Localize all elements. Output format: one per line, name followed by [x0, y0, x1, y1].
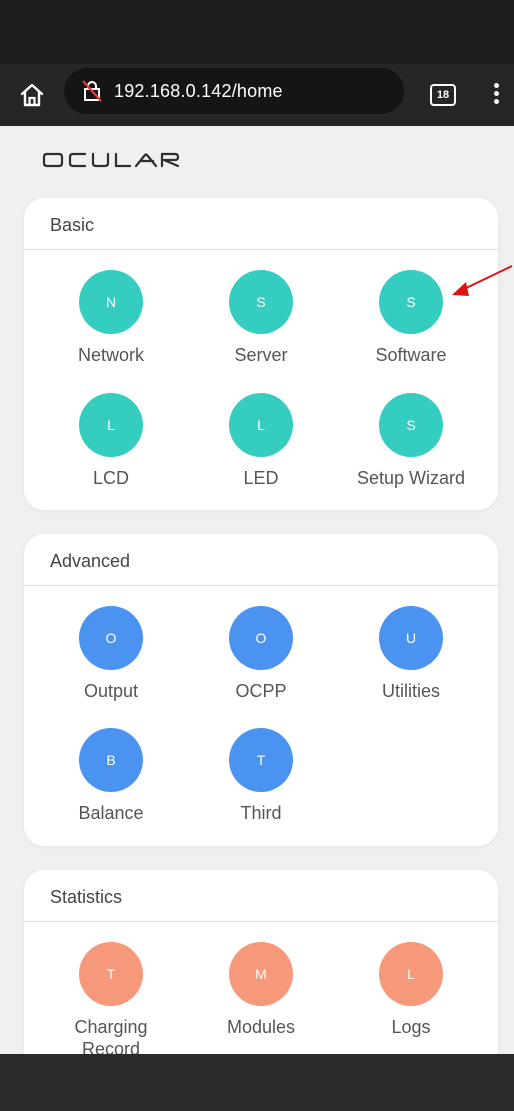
annotation-arrow [452, 265, 513, 296]
modules-label: Modules [226, 1017, 296, 1037]
page-content: Basic N Network S Server S Software L LC… [0, 126, 514, 1054]
browser-toolbar: 192.168.0.142/home 18 [0, 64, 514, 126]
logs-tile[interactable]: L Logs [341, 942, 481, 1038]
third-label: Third [240, 803, 282, 823]
utilities-tile[interactable]: U Utilities [341, 606, 481, 702]
logs-label: Logs [391, 1017, 431, 1037]
overflow-menu-icon[interactable] [486, 80, 506, 108]
lcd-label: LCD [92, 468, 129, 488]
utilities-label: Utilities [381, 681, 440, 701]
logs-icon: L [379, 942, 443, 1006]
statistics-section-title: Statistics [24, 870, 498, 922]
tab-switcher-button[interactable]: 18 [430, 84, 456, 106]
advanced-section-card: Advanced O Output O OCPP U Utilities B B… [24, 534, 498, 846]
modules-icon: M [229, 942, 293, 1006]
setup-wizard-label: Setup Wizard [356, 468, 466, 488]
balance-label: Balance [78, 803, 144, 823]
not-secure-icon[interactable] [80, 79, 104, 103]
led-label: LED [243, 468, 279, 488]
charging-record-label: Charging Record [74, 1017, 148, 1054]
status-bar [0, 0, 514, 64]
modules-tile[interactable]: M Modules [191, 942, 331, 1038]
third-tile[interactable]: T Third [191, 728, 331, 824]
output-label: Output [83, 681, 139, 701]
output-tile[interactable]: O Output [41, 606, 181, 702]
advanced-section-title: Advanced [24, 534, 498, 586]
ocpp-icon: O [229, 606, 293, 670]
address-bar[interactable]: 192.168.0.142/home [64, 68, 404, 114]
ocpp-tile[interactable]: O OCPP [191, 606, 331, 702]
ocpp-label: OCPP [235, 681, 287, 701]
system-navigation-bar [0, 1054, 514, 1111]
third-icon: T [229, 728, 293, 792]
balance-icon: B [79, 728, 143, 792]
url-text: 192.168.0.142/home [114, 81, 283, 101]
statistics-section-card: Statistics T Charging Record M Modules L… [24, 870, 498, 1054]
home-icon[interactable] [18, 81, 46, 109]
charging-record-tile[interactable]: T Charging Record [41, 942, 181, 1054]
utilities-icon: U [379, 606, 443, 670]
output-icon: O [79, 606, 143, 670]
charging-record-icon: T [79, 942, 143, 1006]
balance-tile[interactable]: B Balance [41, 728, 181, 824]
